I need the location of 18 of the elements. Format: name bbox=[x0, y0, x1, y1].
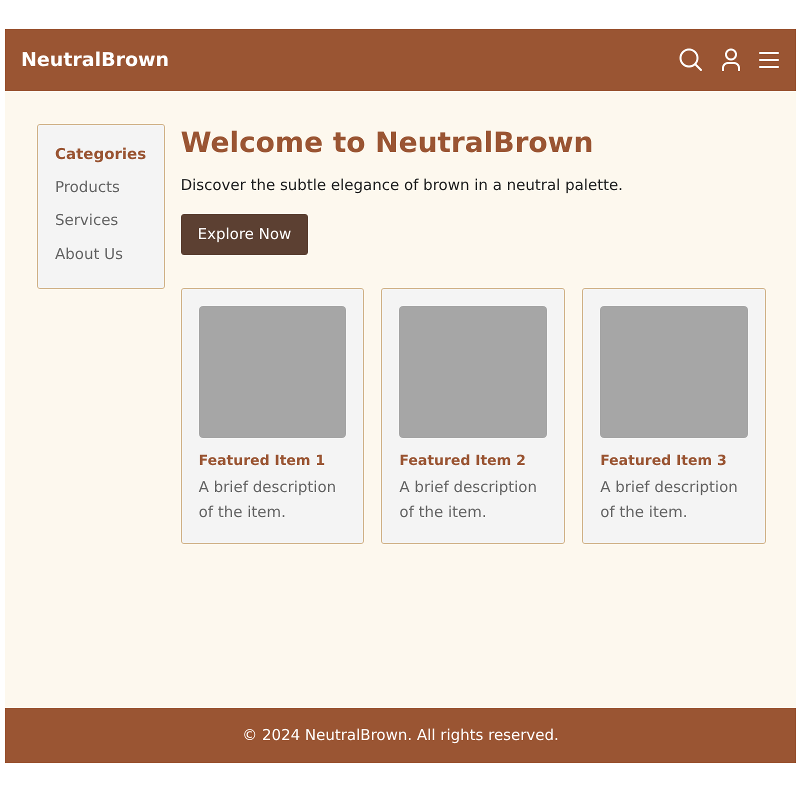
search-icon[interactable] bbox=[678, 47, 704, 73]
card-title: Featured Item 1 bbox=[198, 452, 326, 471]
card-text: A brief description of the item. bbox=[600, 476, 739, 523]
card-title: Featured Item 3 bbox=[600, 452, 728, 471]
sidebar-link[interactable]: Services bbox=[55, 209, 147, 232]
brand-logo[interactable]: NeutralBrown bbox=[21, 46, 170, 74]
sidebar-link[interactable]: About Us bbox=[55, 242, 147, 265]
card-text: A brief description of the item. bbox=[198, 476, 338, 523]
page-title: Welcome to NeutralBrown bbox=[180, 126, 594, 160]
copyright-text: © 2024 NeutralBrown. All rights reserved. bbox=[242, 725, 559, 746]
explore-button[interactable]: Explore Now bbox=[180, 214, 308, 255]
sidebar-link[interactable]: Products bbox=[55, 176, 147, 198]
user-icon[interactable] bbox=[720, 48, 742, 72]
menu-icon[interactable] bbox=[758, 51, 780, 69]
intro-text: Discover the subtle elegance of brown in a neutral palette. bbox=[180, 174, 624, 196]
card-title: Featured Item 2 bbox=[399, 452, 527, 471]
card-text: A brief description of the item. bbox=[399, 476, 538, 523]
sidebar-heading: Categories bbox=[55, 144, 147, 165]
